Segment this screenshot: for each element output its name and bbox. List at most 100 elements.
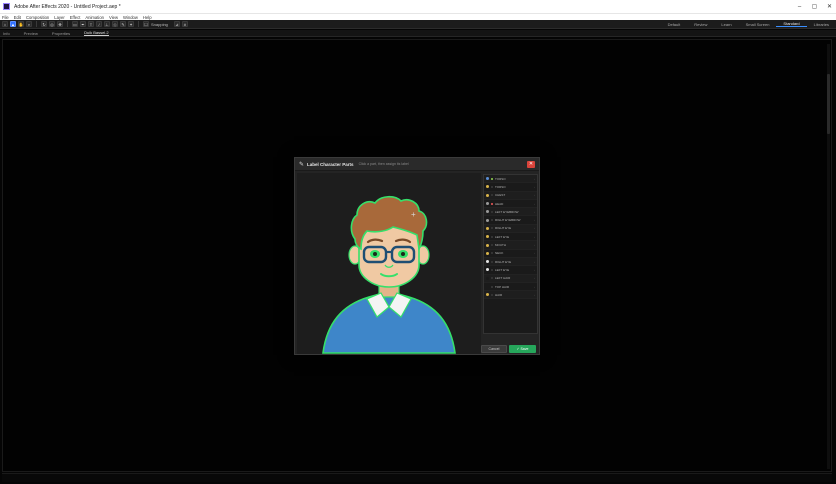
tab-duik-bassel[interactable]: Duik Bassel.2: [84, 30, 109, 36]
toolbar-divider: [138, 21, 139, 27]
part-list-item[interactable]: MOUTH ›: [484, 241, 537, 250]
chevron-right-icon: ›: [534, 267, 535, 272]
menu-window[interactable]: Window: [123, 15, 138, 20]
selection-tool-icon[interactable]: ▲: [10, 21, 16, 27]
chevron-right-icon: ›: [534, 234, 535, 239]
cancel-button[interactable]: Cancel: [481, 345, 507, 353]
part-color-dot-icon: [486, 226, 489, 230]
part-list-item[interactable]: TOP HAIR ›: [484, 283, 537, 292]
part-swatch-icon: [491, 185, 493, 188]
part-label: RIGHT EYE: [495, 259, 512, 264]
zoom-tool-icon[interactable]: ⌕: [26, 21, 32, 27]
workspace-review[interactable]: Review: [687, 22, 714, 27]
part-list-item[interactable]: LEFT EYE ›: [484, 266, 537, 275]
menu-file[interactable]: File: [2, 15, 9, 20]
tab-properties[interactable]: Properties: [52, 31, 70, 36]
chevron-right-icon: ›: [534, 218, 535, 223]
eraser-tool-icon[interactable]: ◇: [112, 21, 118, 27]
part-color-dot-icon: [486, 193, 489, 197]
grid-snap-icon[interactable]: #: [181, 21, 188, 27]
roto-brush-tool-icon[interactable]: ✎: [120, 21, 126, 27]
dialog-title: Label Character Parts: [307, 161, 354, 167]
save-button[interactable]: ✓ Save: [509, 345, 536, 353]
shirt-shape[interactable]: [322, 292, 456, 354]
part-color-dot-icon: [486, 260, 489, 264]
chevron-right-icon: ›: [534, 226, 535, 231]
part-color-dot-icon: [486, 293, 489, 297]
close-window-button[interactable]: ✕: [823, 0, 836, 13]
menu-effect[interactable]: Effect: [70, 15, 81, 20]
dialog-close-button[interactable]: ✕: [527, 161, 535, 168]
menu-view[interactable]: View: [109, 15, 118, 20]
part-list-item[interactable]: TORSO ›: [484, 175, 537, 184]
snapping-options-icon[interactable]: ⊿: [173, 21, 180, 27]
part-list-item[interactable]: LEFT HAIR ›: [484, 274, 537, 283]
vertical-scrollbar[interactable]: [827, 44, 830, 469]
character-parts-list: TORSO › TORSO › CHEST › HEAD › LEFT EYEBROW › RIGH…: [483, 174, 538, 334]
rectangle-tool-icon[interactable]: ▭: [72, 21, 78, 27]
character-preview-canvas[interactable]: +: [297, 173, 481, 354]
rotation-tool-icon[interactable]: ↻: [41, 21, 47, 27]
scrollbar-thumb[interactable]: [827, 74, 830, 134]
part-label: TOP HAIR: [495, 284, 510, 289]
maximize-button[interactable]: ▢: [808, 0, 821, 13]
pan-behind-tool-icon[interactable]: ✥: [57, 21, 63, 27]
snapping-label: Snapping: [151, 21, 168, 27]
part-list-item[interactable]: HEAD ›: [484, 200, 537, 209]
part-list-item[interactable]: RIGHT EYE ›: [484, 224, 537, 234]
part-label: LEFT EYE: [495, 267, 510, 272]
part-swatch-icon: [491, 252, 493, 255]
part-label: MOUTH: [495, 243, 506, 248]
part-list-item[interactable]: HAIR ›: [484, 291, 537, 300]
chevron-right-icon: ›: [534, 251, 535, 256]
workspace-small-screen[interactable]: Small Screen: [739, 22, 777, 27]
brush-tool-icon[interactable]: /: [96, 21, 102, 27]
camera-tool-icon[interactable]: ◎: [49, 21, 55, 27]
part-color-dot-icon: [486, 285, 489, 288]
part-swatch-icon: [491, 277, 493, 280]
part-label: NECK: [495, 251, 504, 256]
menu-layer[interactable]: Layer: [54, 15, 64, 20]
part-color-dot-icon: [486, 185, 489, 189]
workspace-libraries[interactable]: Libraries: [807, 22, 836, 27]
part-list-item[interactable]: RIGHT EYEBROW ›: [484, 216, 537, 225]
part-list-item[interactable]: NECK ›: [484, 250, 537, 258]
part-list-item[interactable]: LEFT EYEBROW ›: [484, 208, 537, 217]
part-color-dot-icon: [486, 243, 489, 247]
tab-info[interactable]: Info: [3, 31, 10, 36]
puppet-pin-tool-icon[interactable]: ✦: [128, 21, 134, 27]
home-tool-icon[interactable]: ⌂: [2, 21, 8, 27]
menu-help[interactable]: Help: [143, 15, 152, 20]
part-swatch-icon: [491, 177, 493, 180]
part-label: TORSO: [495, 184, 506, 189]
part-list-item[interactable]: RIGHT EYE ›: [484, 257, 537, 267]
part-swatch-icon: [491, 293, 493, 296]
tab-preview[interactable]: Preview: [24, 31, 38, 36]
hand-tool-icon[interactable]: ✋: [18, 21, 24, 27]
workspace-learn[interactable]: Learn: [714, 22, 738, 27]
workspace-standard[interactable]: Standard: [776, 21, 807, 27]
character-illustration[interactable]: [297, 173, 481, 354]
snapping-checkbox-icon[interactable]: ☐: [143, 21, 149, 27]
menu-composition[interactable]: Composition: [26, 15, 49, 20]
workspace-default[interactable]: Default: [661, 22, 688, 27]
part-color-dot-icon: [486, 268, 489, 272]
part-list-item[interactable]: LEFT EYE ›: [484, 233, 537, 242]
chevron-right-icon: ›: [534, 176, 535, 181]
clone-stamp-tool-icon[interactable]: ⊥: [104, 21, 110, 27]
toolbar-divider: [36, 21, 37, 27]
minimize-button[interactable]: –: [793, 0, 806, 13]
part-color-dot-icon: [486, 210, 489, 214]
after-effects-window: Adobe After Effects 2020 - Untitled Proj…: [0, 0, 836, 484]
part-label: HAIR: [495, 292, 503, 297]
menu-animation[interactable]: Animation: [85, 15, 104, 20]
panel-tabs: Info Preview Properties Duik Bassel.2: [0, 30, 836, 37]
part-swatch-icon: [491, 285, 493, 288]
window-title: Adobe After Effects 2020 - Untitled Proj…: [14, 3, 121, 10]
menu-edit[interactable]: Edit: [14, 15, 21, 20]
part-list-item[interactable]: CHEST ›: [484, 191, 537, 200]
part-list-item[interactable]: TORSO ›: [484, 183, 537, 192]
type-tool-icon[interactable]: T: [88, 21, 94, 27]
pen-tool-icon[interactable]: ✒: [80, 21, 86, 27]
left-pupil-shape: [373, 252, 377, 256]
